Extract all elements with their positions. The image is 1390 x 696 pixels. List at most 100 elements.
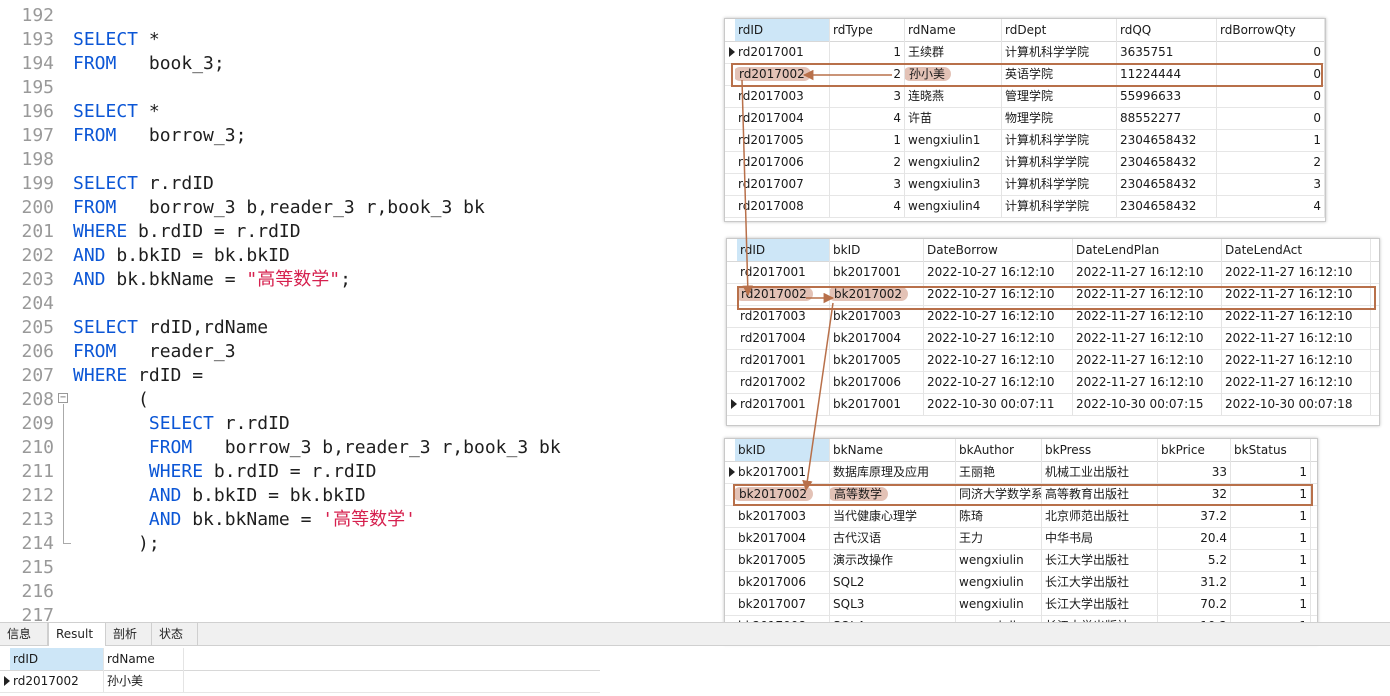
cell-bkPrice[interactable]: 20.4 <box>1158 527 1231 549</box>
cell-rdName[interactable]: 孙小美 <box>104 670 184 692</box>
column-header-bkID[interactable]: bkID <box>830 239 924 261</box>
cell-bkAuthor[interactable]: wengxiulin <box>956 571 1042 593</box>
cell-rdQQ[interactable]: 11224444 <box>1117 63 1217 85</box>
tab-profile[interactable]: 剖析 <box>106 623 152 646</box>
table-row[interactable]: rd2017007 3 wengxiulin3 计算机科学学院 2304658432 3 <box>725 173 1325 196</box>
cell-rdDept[interactable]: 计算机科学学院 <box>1002 151 1117 173</box>
table-row[interactable]: rd2017002 孙小美 <box>0 670 600 693</box>
cell-rdID[interactable]: rd2017001 <box>737 261 830 283</box>
cell-rdID[interactable]: rd2017001 <box>735 41 830 63</box>
cell-bkID[interactable]: bk2017006 <box>735 571 830 593</box>
table-row[interactable]: rd2017008 4 wengxiulin4 计算机科学学院 2304658432 4 <box>725 195 1325 218</box>
cell-rdID[interactable]: rd2017002 <box>737 283 830 305</box>
cell-bkID[interactable]: bk2017002 <box>830 283 924 305</box>
table-row[interactable]: rd2017002 2 孙小美 英语学院 11224444 0 <box>725 63 1325 86</box>
cell-rdType[interactable]: 1 <box>830 41 905 63</box>
cell-bkPress[interactable]: 长江大学出版社 <box>1042 549 1158 571</box>
cell-rdID[interactable]: rd2017003 <box>737 305 830 327</box>
cell-bkPrice[interactable]: 31.2 <box>1158 571 1231 593</box>
cell-DateLendAct[interactable]: 2022-11-27 16:12:10 <box>1222 371 1371 393</box>
cell-rdType[interactable]: 1 <box>830 129 905 151</box>
cell-bkID[interactable]: bk2017003 <box>830 305 924 327</box>
column-header-rdID[interactable]: rdID <box>737 239 830 261</box>
cell-rdName[interactable]: 许苗 <box>905 107 1002 129</box>
cell-rdBorrowQty[interactable]: 0 <box>1217 41 1325 63</box>
cell-bkAuthor[interactable]: wengxiulin <box>956 549 1042 571</box>
table-row[interactable]: rd2017003 3 连晓燕 管理学院 55996633 0 <box>725 85 1325 108</box>
cell-bkStatus[interactable]: 1 <box>1231 593 1311 615</box>
column-header-bkID[interactable]: bkID <box>735 439 830 461</box>
cell-DateLendAct[interactable]: 2022-11-27 16:12:10 <box>1222 283 1371 305</box>
cell-rdID[interactable]: rd2017004 <box>735 107 830 129</box>
cell-DateBorrow[interactable]: 2022-10-27 16:12:10 <box>924 283 1073 305</box>
table-row[interactable]: rd2017003 bk2017003 2022-10-27 16:12:10 202… <box>727 305 1379 328</box>
cell-DateLendAct[interactable]: 2022-11-27 16:12:10 <box>1222 261 1371 283</box>
cell-bkPress[interactable]: 机械工业出版社 <box>1042 461 1158 483</box>
cell-DateLendPlan[interactable]: 2022-10-30 00:07:15 <box>1073 393 1222 415</box>
cell-rdID[interactable]: rd2017004 <box>737 327 830 349</box>
cell-bkPress[interactable]: 长江大学出版社 <box>1042 571 1158 593</box>
cell-rdDept[interactable]: 计算机科学学院 <box>1002 41 1117 63</box>
cell-bkStatus[interactable]: 1 <box>1231 483 1311 505</box>
cell-bkAuthor[interactable]: 王丽艳 <box>956 461 1042 483</box>
table-row[interactable]: bk2017003 当代健康心理学 陈琦 北京师范出版社 37.2 1 <box>725 505 1317 528</box>
column-header-DateLendPlan[interactable]: DateLendPlan <box>1073 239 1222 261</box>
cell-bkAuthor[interactable]: 王力 <box>956 527 1042 549</box>
cell-rdName[interactable]: 孙小美 <box>905 63 1002 85</box>
column-header-rdDept[interactable]: rdDept <box>1002 19 1117 41</box>
tab-info[interactable]: 信息 <box>0 623 48 646</box>
cell-bkPrice[interactable]: 37.2 <box>1158 505 1231 527</box>
cell-bkID[interactable]: bk2017003 <box>735 505 830 527</box>
cell-bkID[interactable]: bk2017001 <box>830 261 924 283</box>
cell-DateBorrow[interactable]: 2022-10-30 00:07:11 <box>924 393 1073 415</box>
cell-rdBorrowQty[interactable]: 1 <box>1217 129 1325 151</box>
column-header-rdID[interactable]: rdID <box>10 648 104 670</box>
cell-bkPrice[interactable]: 5.2 <box>1158 549 1231 571</box>
column-header-bkName[interactable]: bkName <box>830 439 956 461</box>
cell-bkPress[interactable]: 长江大学出版社 <box>1042 593 1158 615</box>
tab-status[interactable]: 状态 <box>152 623 198 646</box>
cell-bkName[interactable]: 古代汉语 <box>830 527 956 549</box>
column-header-rdQQ[interactable]: rdQQ <box>1117 19 1217 41</box>
cell-rdDept[interactable]: 管理学院 <box>1002 85 1117 107</box>
cell-DateLendPlan[interactable]: 2022-11-27 16:12:10 <box>1073 371 1222 393</box>
cell-rdType[interactable]: 2 <box>830 151 905 173</box>
cell-rdDept[interactable]: 计算机科学学院 <box>1002 173 1117 195</box>
cell-bkID[interactable]: bk2017002 <box>735 483 830 505</box>
cell-DateLendPlan[interactable]: 2022-11-27 16:12:10 <box>1073 261 1222 283</box>
cell-bkID[interactable]: bk2017005 <box>735 549 830 571</box>
cell-rdQQ[interactable]: 2304658432 <box>1117 195 1217 217</box>
cell-bkAuthor[interactable]: 陈琦 <box>956 505 1042 527</box>
cell-bkPress[interactable]: 北京师范出版社 <box>1042 505 1158 527</box>
cell-rdBorrowQty[interactable]: 4 <box>1217 195 1325 217</box>
cell-DateLendAct[interactable]: 2022-11-27 16:12:10 <box>1222 305 1371 327</box>
cell-DateLendPlan[interactable]: 2022-11-27 16:12:10 <box>1073 327 1222 349</box>
tab-result-1[interactable]: Result 1 <box>48 623 106 663</box>
cell-rdQQ[interactable]: 55996633 <box>1117 85 1217 107</box>
cell-rdType[interactable]: 3 <box>830 173 905 195</box>
column-header-rdName[interactable]: rdName <box>104 648 184 670</box>
cell-bkID[interactable]: bk2017007 <box>735 593 830 615</box>
table-row[interactable]: bk2017007 SQL3 wengxiulin 长江大学出版社 70.2 1 <box>725 593 1317 616</box>
fold-toggle-icon[interactable]: − <box>58 393 68 403</box>
column-header-bkAuthor[interactable]: bkAuthor <box>956 439 1042 461</box>
cell-bkStatus[interactable]: 1 <box>1231 527 1311 549</box>
cell-bkID[interactable]: bk2017001 <box>830 393 924 415</box>
cell-rdID[interactable]: rd2017006 <box>735 151 830 173</box>
table-row[interactable]: rd2017004 4 许苗 物理学院 88552277 0 <box>725 107 1325 130</box>
sql-editor[interactable]: 192 193 SELECT * 194 FROM book_3; 195 196 SELEC… <box>0 0 720 622</box>
cell-rdID[interactable]: rd2017001 <box>737 393 830 415</box>
cell-bkAuthor[interactable]: 同济大学数学系 <box>956 483 1042 505</box>
cell-DateBorrow[interactable]: 2022-10-27 16:12:10 <box>924 371 1073 393</box>
cell-rdID[interactable]: rd2017005 <box>735 129 830 151</box>
cell-bkID[interactable]: bk2017004 <box>735 527 830 549</box>
table-row[interactable]: bk2017004 古代汉语 王力 中华书局 20.4 1 <box>725 527 1317 550</box>
cell-rdBorrowQty[interactable]: 3 <box>1217 173 1325 195</box>
cell-rdQQ[interactable]: 3635751 <box>1117 41 1217 63</box>
cell-bkName[interactable]: 当代健康心理学 <box>830 505 956 527</box>
cell-rdDept[interactable]: 物理学院 <box>1002 107 1117 129</box>
cell-bkID[interactable]: bk2017004 <box>830 327 924 349</box>
cell-rdType[interactable]: 3 <box>830 85 905 107</box>
cell-rdType[interactable]: 2 <box>830 63 905 85</box>
cell-rdName[interactable]: wengxiulin3 <box>905 173 1002 195</box>
